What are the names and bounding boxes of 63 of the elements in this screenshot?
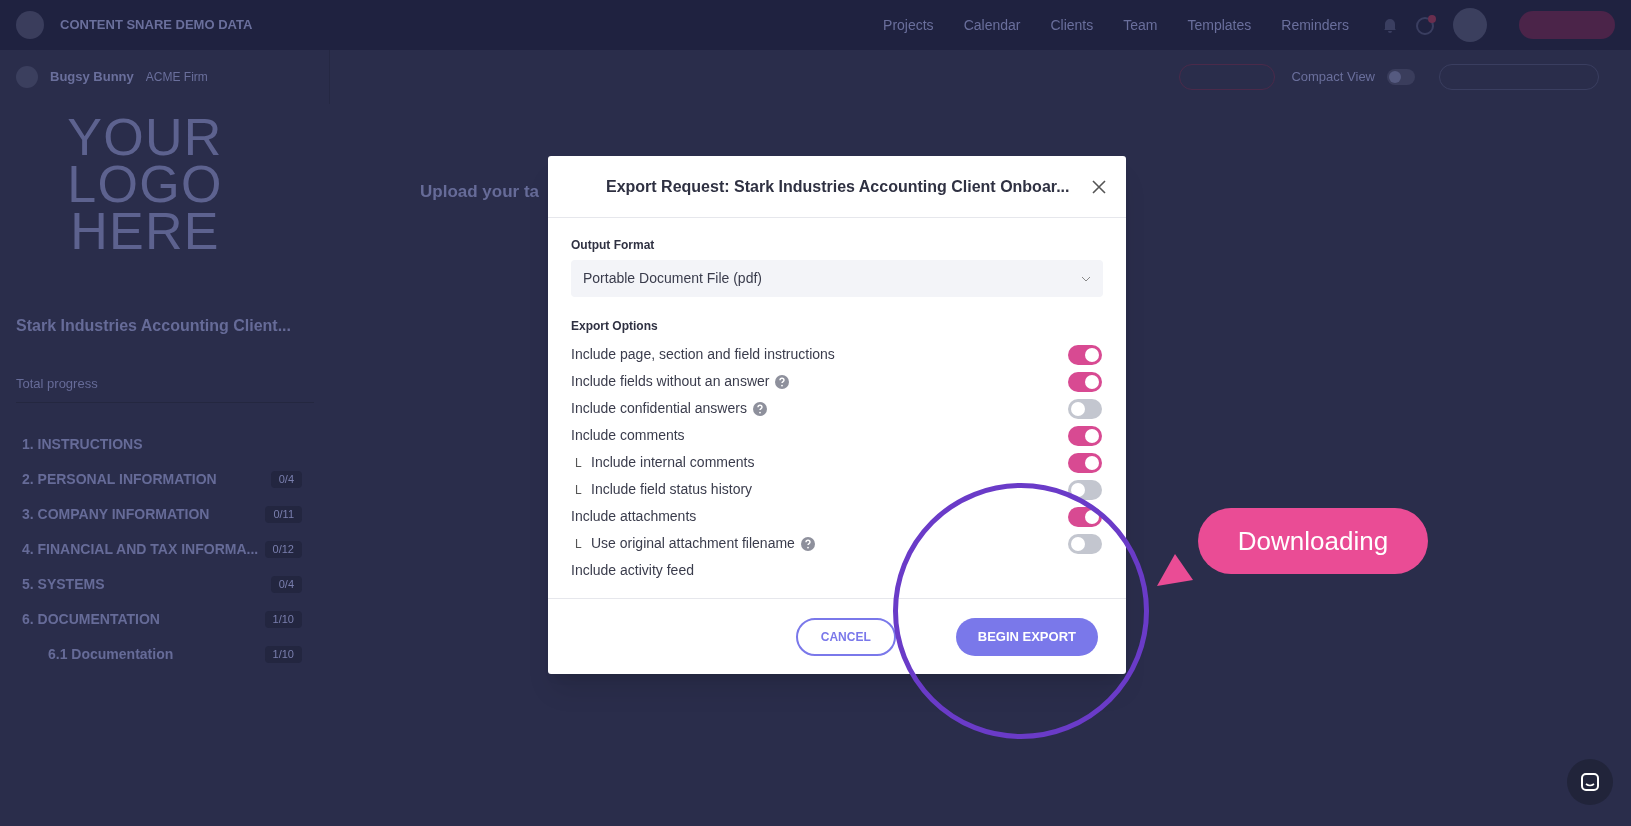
toggle-switch[interactable] (1068, 371, 1102, 392)
toggle-switch[interactable] (1068, 398, 1102, 419)
section-item[interactable]: 3. COMPANY INFORMATION (22, 503, 210, 525)
option-label: Include activity feed (571, 561, 694, 580)
downloading-callout: Downloading (1198, 508, 1428, 574)
user-name: Bugsy Bunny (50, 68, 134, 87)
toggle-switch[interactable] (1068, 479, 1102, 500)
toggle-switch[interactable] (1068, 344, 1102, 365)
logo-placeholder-text: YOUR (67, 114, 223, 161)
section-count: 1/10 (264, 646, 302, 663)
section-item[interactable]: 6. DOCUMENTATION (22, 608, 160, 630)
app-logo-icon (16, 11, 44, 39)
option-label: Include comments (571, 426, 685, 445)
option-label: Include confidential answers (571, 399, 747, 418)
option-label: Include page, section and field instructions (571, 345, 835, 364)
indent-marker: L (574, 454, 583, 472)
firm-name: ACME Firm (145, 69, 208, 86)
option-label: Include attachments (571, 507, 697, 526)
cancel-button[interactable]: CANCEL (795, 617, 896, 656)
compact-view-label: Compact View (1291, 68, 1375, 87)
pointer-triangle-icon (1155, 552, 1195, 588)
section-item[interactable]: 6.1 Documentation (48, 643, 174, 665)
nav-link[interactable]: Reminders (1281, 14, 1349, 36)
toggle-switch[interactable] (1068, 452, 1102, 473)
section-count: 0/4 (270, 576, 302, 593)
chevron-down-icon (1081, 275, 1091, 282)
progress-label: Total progress (16, 375, 98, 394)
nav-link[interactable]: Team (1123, 14, 1158, 36)
section-count: 0/12 (264, 541, 302, 558)
view-toggle[interactable] (1387, 69, 1415, 85)
nav-link[interactable]: Calendar (963, 14, 1021, 36)
option-label: Include field status history (591, 480, 753, 499)
section-item[interactable]: 5. SYSTEMS (22, 573, 105, 595)
nav-link[interactable]: Projects (883, 14, 934, 36)
close-icon[interactable] (1092, 179, 1106, 194)
toggle-switch[interactable] (1068, 533, 1102, 554)
section-item[interactable]: 4. FINANCIAL AND TAX INFORMA... (22, 538, 259, 560)
section-count: 0/4 (270, 471, 302, 488)
field-label: Output Format (571, 237, 656, 254)
format-select[interactable]: Portable Document File (pdf) (571, 260, 1103, 297)
field-label: Export Options (571, 318, 659, 335)
section-count: 0/11 (265, 506, 302, 523)
dialog-title: Export Request: Stark Industries Accounting Client Onboar... (606, 176, 1071, 197)
begin-export-button[interactable]: BEGIN EXPORT (955, 617, 1098, 656)
option-label: Include fields without an answer (571, 372, 770, 391)
indent-marker: L (574, 481, 583, 499)
toggle-switch[interactable] (1068, 506, 1102, 527)
option-label: Include internal comments (591, 453, 755, 472)
chat-icon (1580, 772, 1600, 792)
option-label: Use original attachment filename (591, 534, 795, 553)
nav-link[interactable]: Templates (1187, 14, 1252, 36)
section-item[interactable]: 2. PERSONAL INFORMATION (22, 468, 217, 490)
logo-placeholder-text: LOGO (67, 160, 223, 208)
logo-placeholder-text: HERE (70, 207, 220, 255)
chat-button[interactable] (1567, 759, 1613, 805)
section-count: 1/10 (264, 611, 302, 628)
section-heading: Upload your ta (420, 181, 539, 203)
brand-name: CONTENT SNARE DEMO DATA (60, 16, 253, 35)
indent-marker: L (574, 535, 583, 553)
project-title: Stark Industries Accounting Client... (16, 316, 292, 337)
nav-link[interactable]: Clients (1050, 14, 1094, 36)
section-item[interactable]: 1. INSTRUCTIONS (22, 433, 143, 455)
toggle-switch[interactable] (1068, 425, 1102, 446)
